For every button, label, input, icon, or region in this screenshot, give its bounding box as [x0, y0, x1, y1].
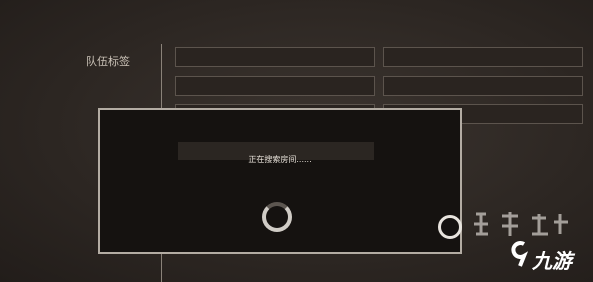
loading-spinner-icon — [262, 202, 292, 232]
search-room-dialog: 正在搜索房间...... — [98, 108, 462, 254]
watermark-circle-icon — [438, 215, 462, 239]
team-tag-label: 队伍标签 — [86, 55, 130, 68]
nine-game-logo-icon — [511, 241, 529, 267]
team-tag-slot-1[interactable] — [175, 47, 375, 67]
screen-title — [250, 0, 320, 7]
watermark-glyphs-icon — [474, 212, 568, 236]
team-tag-slot-4[interactable] — [383, 47, 583, 67]
team-tag-slot-2[interactable] — [175, 76, 375, 96]
searching-status-text: 正在搜索房间...... — [248, 155, 312, 164]
team-tag-slot-5[interactable] — [383, 76, 583, 96]
watermark-logo-text: 九游 — [532, 249, 572, 273]
